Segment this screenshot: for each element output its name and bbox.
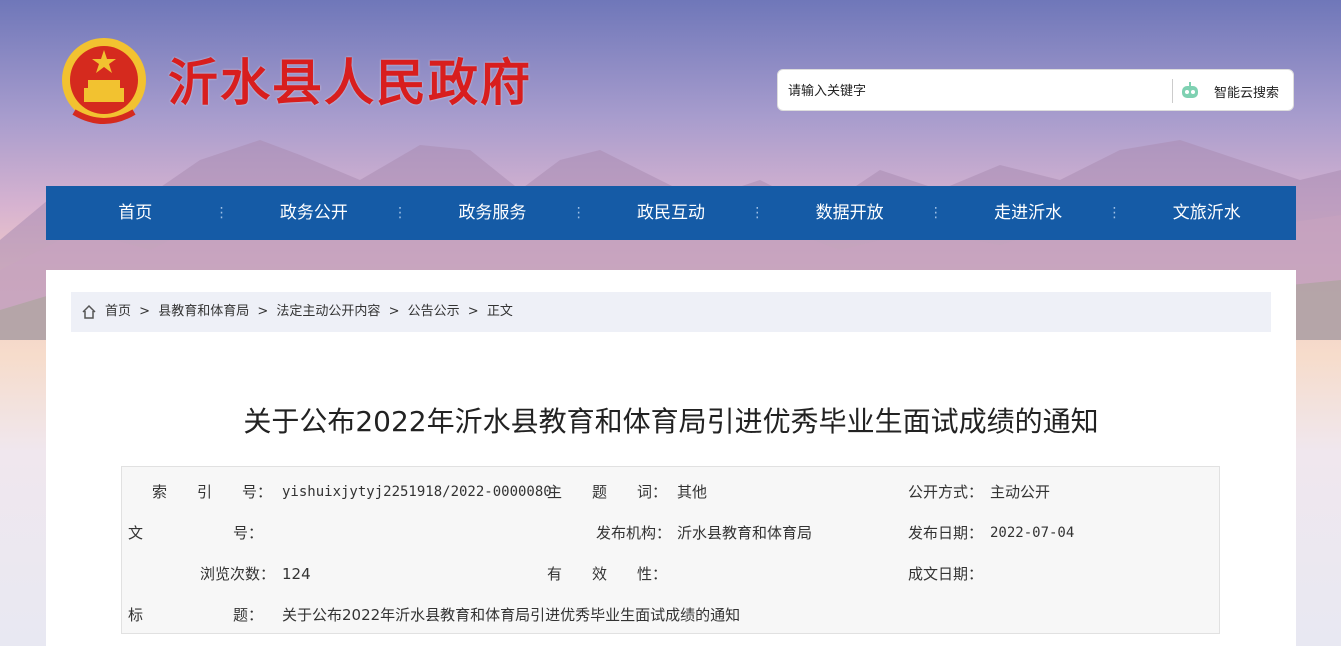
national-emblem-icon — [62, 38, 146, 124]
title-label: 标 题： — [128, 606, 264, 624]
open-mode-value: 主动公开 — [990, 483, 1051, 501]
search-input[interactable] — [786, 78, 1170, 104]
robot-icon[interactable] — [1179, 80, 1201, 102]
document-metadata: 索 引 号： yishuixjytyj2251918/2022-0000080 … — [121, 466, 1220, 634]
home-icon — [82, 304, 96, 319]
nav-item-government-services[interactable]: 政务服务 — [403, 186, 585, 240]
breadcrumb-legal-content[interactable]: 法定主动公开内容 — [276, 304, 380, 319]
smart-search-button[interactable]: 智能云搜索 — [1214, 82, 1279, 101]
nav-item-open-data[interactable]: 数据开放 — [760, 186, 943, 240]
subject-label: 主 题 词： — [547, 483, 668, 501]
title-value: 关于公布2022年沂水县教育和体育局引进优秀毕业生面试成绩的通知 — [282, 606, 741, 624]
nav-item-about-yishui[interactable]: 走进沂水 — [939, 186, 1121, 240]
nav-item-culture-tourism[interactable]: 文旅沂水 — [1117, 186, 1296, 240]
breadcrumb-education-bureau[interactable]: 县教育和体育局 — [158, 304, 249, 319]
doc-number-label: 文 号： — [128, 524, 264, 542]
site-title: 沂水县人民政府 — [168, 54, 532, 112]
views-value: 124 — [282, 565, 311, 583]
publish-date-label: 发布日期： — [908, 524, 984, 542]
main-nav: 首页 政务公开 政务服务 政民互动 数据开放 走进沂水 文旅沂水 — [46, 186, 1296, 240]
nav-item-home[interactable]: 首页 — [46, 186, 228, 240]
breadcrumb-separator: > — [467, 304, 479, 319]
views-label: 浏览次数： — [200, 565, 276, 583]
created-date-label: 成文日期： — [908, 565, 984, 583]
publish-date-value: 2022-07-04 — [990, 525, 1075, 541]
breadcrumb-separator: > — [388, 304, 400, 319]
breadcrumb-home[interactable]: 首页 — [105, 304, 131, 319]
search-divider — [1172, 79, 1173, 103]
open-mode-label: 公开方式： — [908, 483, 984, 501]
breadcrumb-announcements[interactable]: 公告公示 — [408, 304, 460, 319]
breadcrumb-separator: > — [139, 304, 151, 319]
breadcrumb-current: 正文 — [486, 304, 513, 319]
validity-label: 有 效 性： — [547, 565, 668, 583]
nav-item-interaction[interactable]: 政民互动 — [582, 186, 764, 240]
breadcrumb: 首页 > 县教育和体育局 > 法定主动公开内容 > 公告公示 > 正文 — [71, 292, 1271, 332]
search-box: 智能云搜索 — [777, 69, 1294, 111]
subject-value: 其他 — [677, 483, 708, 501]
publisher-value: 沂水县教育和体育局 — [677, 524, 813, 542]
index-label: 索 引 号： — [152, 483, 273, 501]
index-value: yishuixjytyj2251918/2022-0000080 — [282, 484, 552, 500]
breadcrumb-separator: > — [257, 304, 269, 319]
content-panel: 首页 > 县教育和体育局 > 法定主动公开内容 > 公告公示 > 正文 关于公布… — [46, 270, 1296, 646]
nav-item-government-affairs[interactable]: 政务公开 — [225, 186, 407, 240]
publisher-label: 发布机构： — [596, 524, 672, 542]
article-title: 关于公布2022年沂水县教育和体育局引进优秀毕业生面试成绩的通知 — [243, 405, 1099, 438]
